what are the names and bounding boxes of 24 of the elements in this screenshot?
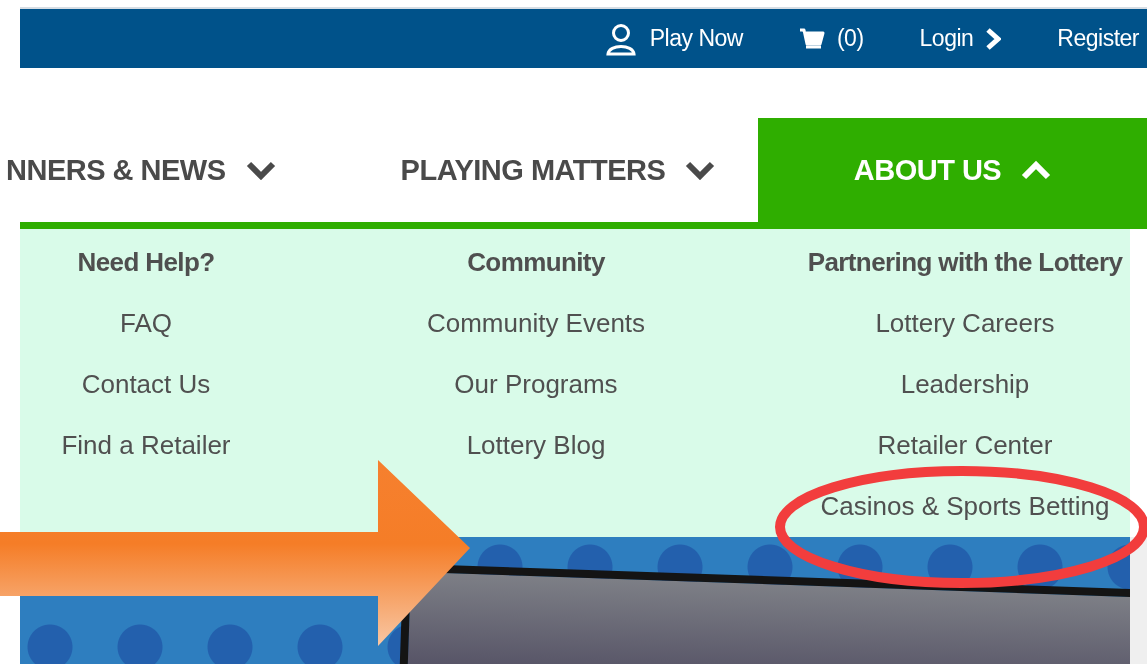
menu-link[interactable]: Lottery Blog (466, 428, 606, 463)
menu-link[interactable]: Leadership (900, 367, 1030, 402)
menu-link[interactable]: Contact Us (81, 367, 211, 402)
play-now-link[interactable]: Play Now (603, 21, 743, 56)
cart-icon (798, 26, 825, 51)
cart-link[interactable]: (0) (798, 25, 864, 52)
menu-heading: Community (467, 246, 605, 279)
chevron-up-icon (1021, 160, 1052, 180)
nav-tab[interactable]: NNERS & NEWS (6, 118, 358, 222)
menu-link[interactable]: Community Events (426, 306, 646, 341)
register-link[interactable]: Register (1057, 25, 1139, 52)
menu-link[interactable]: Find a Retailer (61, 428, 231, 463)
chevron-down-icon (245, 160, 276, 180)
chevron-right-icon (985, 27, 1002, 50)
menu-link[interactable]: Retailer Center (877, 428, 1053, 463)
user-icon (603, 21, 638, 56)
menu-link[interactable]: FAQ (120, 306, 172, 341)
nav-tab[interactable]: PLAYING MATTERS (358, 118, 758, 222)
menu-link[interactable]: Lottery Careers (875, 306, 1055, 341)
menu-heading: Need Help? (77, 246, 215, 279)
login-link[interactable]: Login (919, 25, 1002, 52)
menu-heading: Partnering with the Lottery (807, 246, 1123, 279)
chevron-down-icon (685, 160, 716, 180)
menu-link[interactable]: Our Programs (454, 367, 618, 402)
